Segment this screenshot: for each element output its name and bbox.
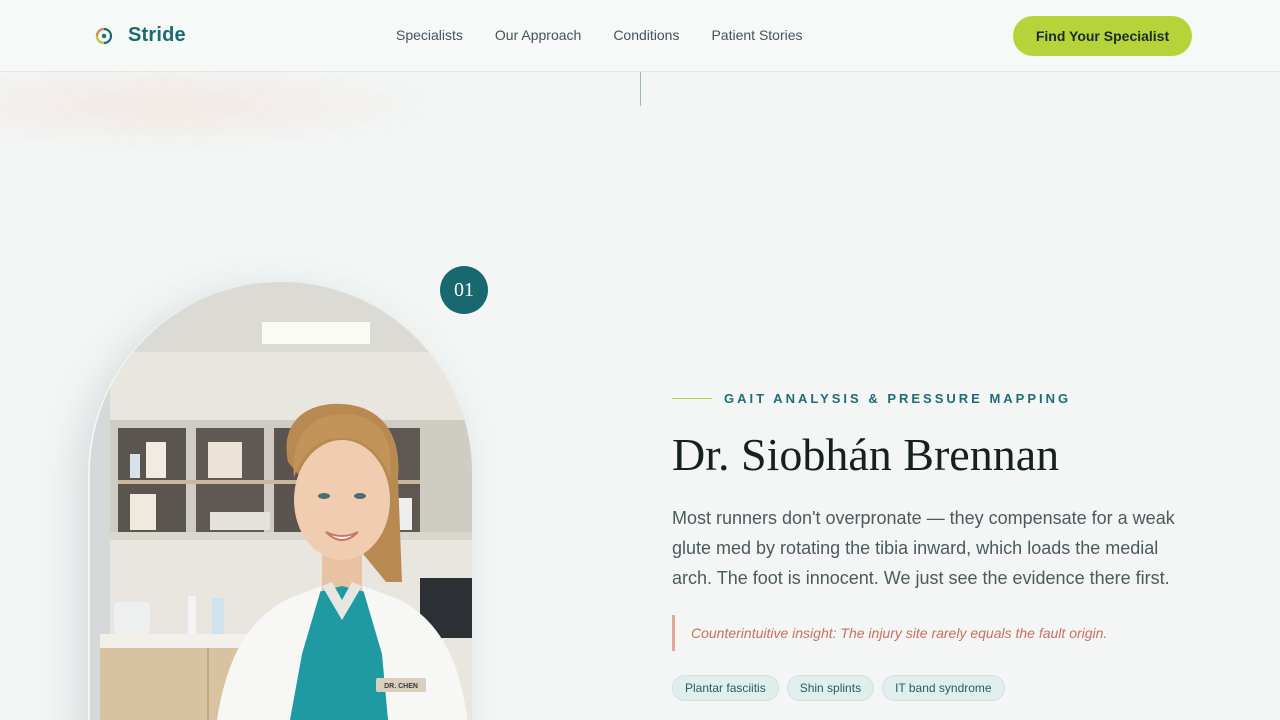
- specialist-photo: DR. CHEN: [90, 282, 472, 720]
- specialist-index-badge: 01: [440, 266, 488, 314]
- nav-link-patient-stories[interactable]: Patient Stories: [711, 27, 802, 43]
- insight-quote: Counterintuitive insight: The injury sit…: [672, 615, 1107, 651]
- nav-link-our-approach[interactable]: Our Approach: [495, 27, 581, 43]
- specialty-label: GAIT ANALYSIS & PRESSURE MAPPING: [724, 391, 1072, 406]
- specialist-bio: Most runners don't overpronate — they co…: [672, 508, 1175, 588]
- tag-plantar-fasciitis[interactable]: Plantar fasciitis: [672, 675, 779, 701]
- brand-logo[interactable]: Stride: [94, 24, 186, 47]
- nav-link-conditions[interactable]: Conditions: [613, 27, 679, 43]
- tag-shin-splints[interactable]: Shin splints: [786, 675, 875, 701]
- main-nav: Specialists Our Approach Conditions Pati…: [396, 27, 803, 43]
- badge-name-tag: DR. CHEN: [384, 683, 418, 690]
- specialist-name: Dr. Siobhán Brennan: [672, 429, 1060, 480]
- nav-link-specialists[interactable]: Specialists: [396, 27, 463, 43]
- condition-tags: Plantar fasciitis Shin splints IT band s…: [672, 675, 1005, 701]
- specialty-eyebrow: GAIT ANALYSIS & PRESSURE MAPPING: [672, 391, 1071, 406]
- site-header: Stride Specialists Our Approach Conditio…: [0, 0, 1280, 72]
- background-glow: [0, 60, 440, 150]
- insight-text: Counterintuitive insight: The injury sit…: [691, 625, 1108, 641]
- brand-name: Stride: [128, 24, 186, 46]
- section-divider: [640, 72, 641, 106]
- eyebrow-line: [672, 398, 712, 399]
- tag-it-band-syndrome[interactable]: IT band syndrome: [882, 675, 1005, 701]
- find-specialist-button[interactable]: Find Your Specialist: [1013, 16, 1192, 56]
- stride-logo-icon: [94, 26, 114, 46]
